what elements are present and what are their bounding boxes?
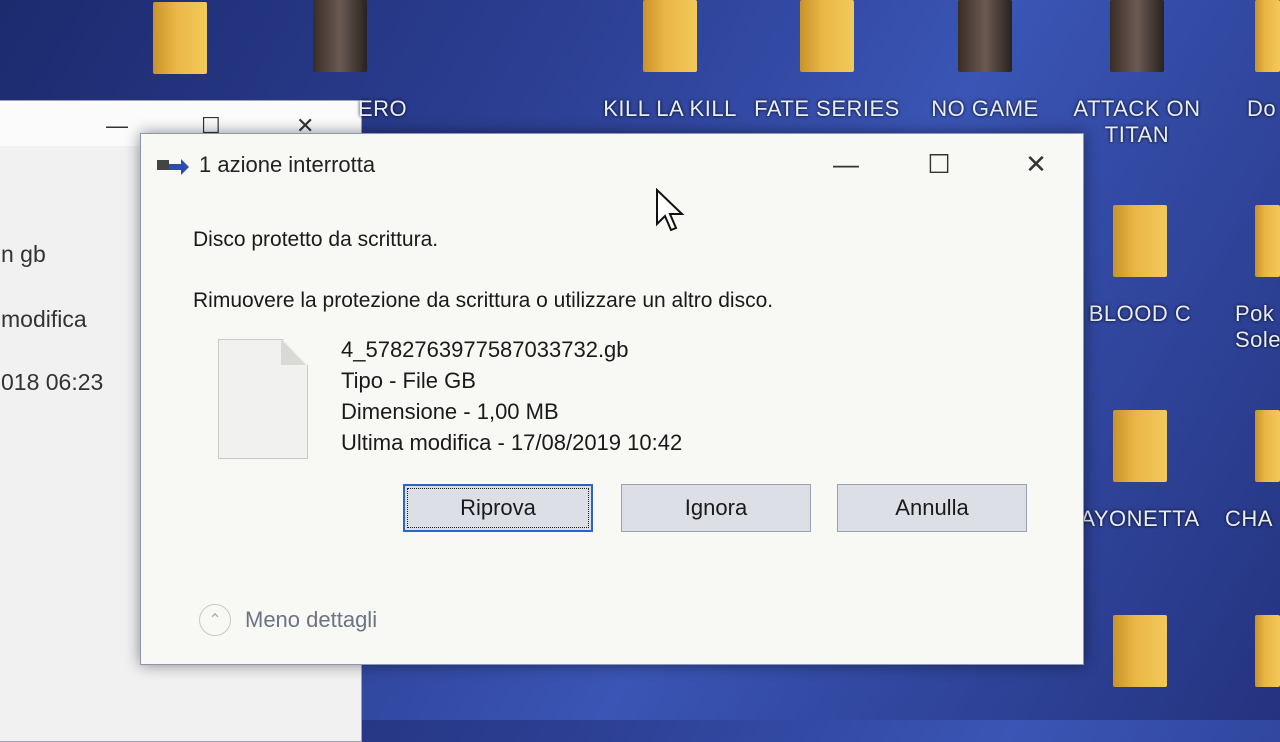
desktop-folder-label: ATTACK ON TITAN bbox=[1073, 96, 1201, 147]
bg-column-text: n gb bbox=[1, 241, 46, 267]
desktop-folder[interactable] bbox=[105, 0, 255, 74]
maximize-icon: ☐ bbox=[927, 149, 951, 179]
folder-icon bbox=[1110, 0, 1164, 72]
desktop-folder-label: ERO bbox=[358, 96, 408, 121]
bg-column-text: modifica bbox=[1, 306, 87, 332]
desktop-folder-label: CHA bbox=[1225, 506, 1273, 531]
folder-icon bbox=[1113, 410, 1167, 482]
error-message: Rimuovere la protezione da scrittura o u… bbox=[193, 289, 774, 312]
folder-icon bbox=[1113, 205, 1167, 277]
desktop-folder-blood-c[interactable]: BLOOD C bbox=[1065, 205, 1215, 327]
mouse-pointer-icon bbox=[656, 188, 685, 232]
folder-icon bbox=[643, 0, 697, 72]
bg-minimize-icon[interactable]: — bbox=[106, 113, 128, 139]
desktop-folder-ero[interactable]: ERO bbox=[330, 0, 480, 122]
folder-icon bbox=[1113, 615, 1167, 687]
file-transfer-icon bbox=[157, 158, 189, 181]
desktop-folder-bayonetta[interactable]: AYONETTA bbox=[1065, 410, 1215, 532]
folder-icon bbox=[800, 0, 854, 72]
desktop-folder-label: NO GAME bbox=[931, 96, 1039, 121]
folder-icon bbox=[1255, 205, 1280, 277]
desktop-folder-attack-on-titan[interactable]: ATTACK ON TITAN bbox=[1062, 0, 1212, 148]
error-title: Disco protetto da scrittura. bbox=[193, 228, 439, 251]
desktop-folder-label: KILL LA KILL bbox=[603, 96, 737, 121]
desktop-folder[interactable] bbox=[1065, 615, 1215, 687]
file-size: Dimensione - 1,00 MB bbox=[341, 399, 559, 424]
cancel-button[interactable]: Annulla bbox=[837, 484, 1027, 532]
minimize-button[interactable]: — bbox=[821, 146, 871, 182]
desktop-folder[interactable] bbox=[1215, 615, 1280, 687]
file-name: 4_5782763977587033732.gb bbox=[341, 337, 629, 362]
chevron-up-icon: ⌃ bbox=[199, 604, 231, 636]
interrupted-action-dialog: 1 azione interrotta — ☐ ✕ Disco protetto… bbox=[140, 133, 1084, 665]
close-icon: ✕ bbox=[1025, 149, 1047, 179]
ignore-button[interactable]: Ignora bbox=[621, 484, 811, 532]
less-details-label: Meno dettagli bbox=[245, 607, 378, 632]
desktop-folder-label: AYONETTA bbox=[1080, 506, 1200, 531]
folder-icon bbox=[958, 0, 1012, 72]
less-details-toggle[interactable]: ⌃ Meno dettagli bbox=[199, 604, 377, 636]
dialog-title: 1 azione interrotta bbox=[199, 152, 376, 177]
file-type: Tipo - File GB bbox=[341, 368, 476, 393]
folder-icon bbox=[1255, 615, 1280, 687]
desktop-folder-do[interactable]: Do bbox=[1215, 0, 1280, 122]
desktop-folder-label: BLOOD C bbox=[1088, 301, 1192, 326]
maximize-button[interactable]: ☐ bbox=[914, 146, 964, 182]
minimize-icon: — bbox=[833, 149, 859, 179]
desktop-folder-fate-series[interactable]: FATE SERIES bbox=[752, 0, 902, 122]
close-button[interactable]: ✕ bbox=[1011, 146, 1061, 182]
desktop-folder-label: Do bbox=[1247, 96, 1277, 121]
desktop-folder-cha[interactable]: CHA bbox=[1215, 410, 1280, 532]
desktop-folder-label: Pok Sole bbox=[1235, 301, 1280, 352]
folder-icon bbox=[153, 2, 207, 74]
desktop-folder-kill-la-kill[interactable]: KILL LA KILL bbox=[595, 0, 745, 122]
bg-column-text: 018 06:23 bbox=[1, 369, 104, 395]
desktop-folder-label: FATE SERIES bbox=[754, 96, 900, 121]
desktop-folder-no-game[interactable]: NO GAME bbox=[910, 0, 1060, 122]
desktop-folder-pokemon[interactable]: Pok Sole bbox=[1215, 205, 1280, 353]
file-modified: Ultima modifica - 17/08/2019 10:42 bbox=[341, 430, 683, 455]
folder-icon bbox=[1255, 410, 1280, 482]
dialog-titlebar: 1 azione interrotta — ☐ ✕ bbox=[141, 134, 1083, 194]
folder-icon bbox=[1255, 0, 1280, 72]
retry-button[interactable]: Riprova bbox=[403, 484, 593, 532]
